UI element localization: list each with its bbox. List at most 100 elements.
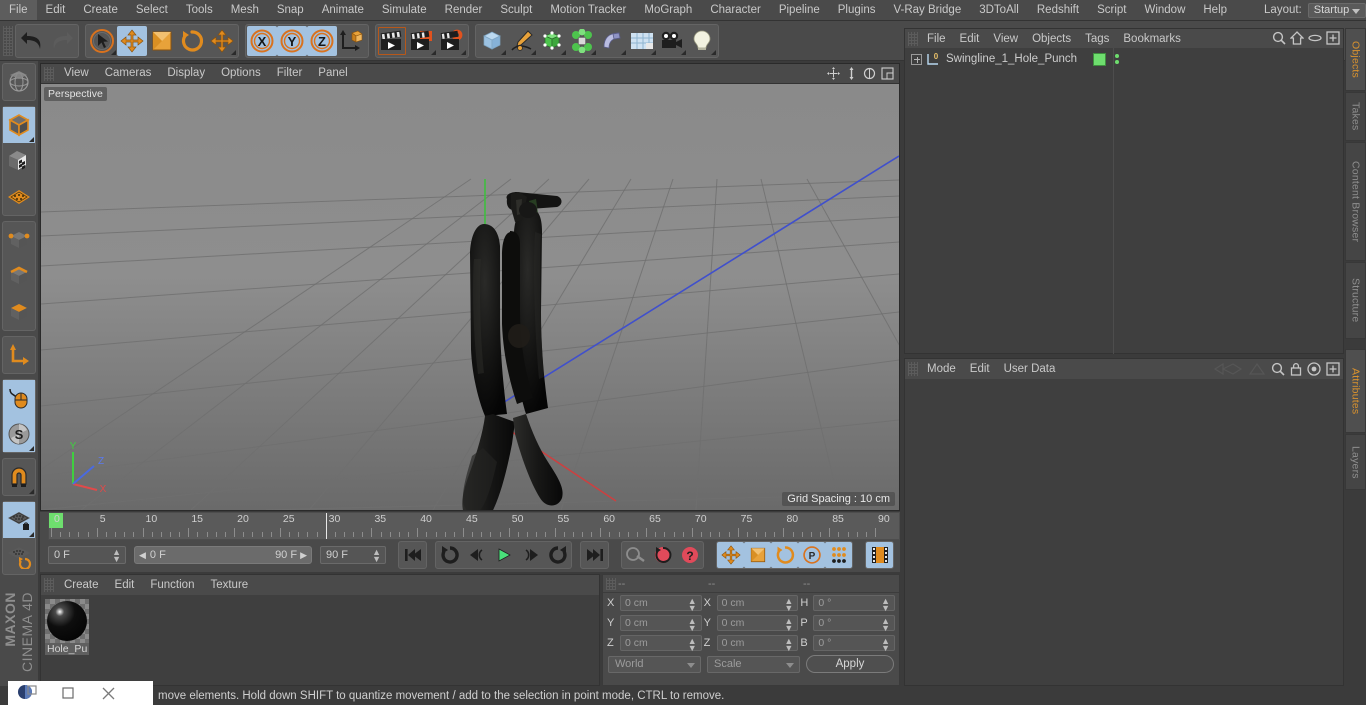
menu-item-select[interactable]: Select bbox=[127, 0, 177, 20]
mograph-button[interactable] bbox=[567, 26, 597, 56]
menu-item-tools[interactable]: Tools bbox=[177, 0, 222, 20]
plus-box-icon[interactable] bbox=[1326, 362, 1340, 376]
menu-item-mesh[interactable]: Mesh bbox=[222, 0, 268, 20]
z-axis-button[interactable]: Z bbox=[307, 25, 337, 56]
step-back-button[interactable] bbox=[463, 542, 490, 568]
menu-item-plugins[interactable]: Plugins bbox=[829, 0, 885, 20]
plus-box-icon[interactable] bbox=[1326, 31, 1340, 45]
spinner-icon[interactable]: ▲ ▼ bbox=[881, 637, 890, 653]
coord-system-dropdown[interactable]: World bbox=[608, 655, 701, 673]
live-selection-button[interactable] bbox=[87, 26, 117, 56]
rotate-icon[interactable] bbox=[862, 66, 877, 81]
menu-item-render[interactable]: Render bbox=[436, 0, 492, 20]
workplane-lock-button[interactable] bbox=[3, 502, 35, 538]
viewport-menu-panel[interactable]: Panel bbox=[310, 64, 355, 83]
rotation-key-button[interactable] bbox=[771, 542, 798, 568]
timeline-toggle-button[interactable] bbox=[866, 542, 893, 568]
size-field[interactable]: 0 cm ▲ ▼ bbox=[716, 615, 799, 633]
object-manager-grip[interactable] bbox=[908, 31, 918, 46]
dock-tab-content-browser[interactable]: Content Browser bbox=[1345, 142, 1366, 261]
x-axis-button[interactable]: X bbox=[247, 25, 277, 56]
tag-dots-icon[interactable] bbox=[1115, 54, 1120, 64]
object-menu-bookmarks[interactable]: Bookmarks bbox=[1116, 30, 1188, 48]
menu-item-3dtoall[interactable]: 3DToAll bbox=[970, 0, 1028, 20]
object-menu-view[interactable]: View bbox=[986, 30, 1025, 48]
position-field[interactable]: 0 cm ▲ ▼ bbox=[620, 635, 702, 653]
layout-select[interactable]: Startup bbox=[1307, 2, 1366, 18]
timeline-playhead[interactable] bbox=[325, 513, 327, 539]
material-manager-grip[interactable] bbox=[44, 578, 54, 592]
viewport-grip[interactable] bbox=[44, 66, 54, 81]
generators-button[interactable] bbox=[537, 26, 567, 56]
menu-item-pipeline[interactable]: Pipeline bbox=[770, 0, 829, 20]
go-to-start-button[interactable] bbox=[399, 542, 426, 568]
material-menu-texture[interactable]: Texture bbox=[202, 576, 256, 595]
undo-view-button[interactable] bbox=[3, 64, 35, 100]
polygon-mode-button[interactable] bbox=[3, 179, 35, 215]
undo-button[interactable] bbox=[17, 26, 47, 56]
render-view-button[interactable] bbox=[377, 26, 407, 56]
position-field[interactable]: 0 cm ▲ ▼ bbox=[620, 595, 702, 613]
size-field[interactable]: 0 cm ▲ ▼ bbox=[716, 635, 799, 653]
workplane-rotate-button[interactable] bbox=[3, 538, 35, 574]
dock-tab-takes[interactable]: Takes bbox=[1345, 92, 1366, 141]
material-menu-function[interactable]: Function bbox=[142, 576, 202, 595]
material-item[interactable]: Hole_Pu bbox=[45, 599, 89, 655]
scale-key-button[interactable] bbox=[744, 542, 771, 568]
object-row[interactable]: 0 Swingline_1_Hole_Punch bbox=[905, 48, 1343, 70]
previous-key-button[interactable] bbox=[436, 542, 463, 568]
search-icon[interactable] bbox=[1272, 31, 1286, 45]
attribute-menu-edit[interactable]: Edit bbox=[963, 360, 997, 379]
spinner-icon[interactable]: ▲ ▼ bbox=[112, 548, 121, 564]
menu-item-redshift[interactable]: Redshift bbox=[1028, 0, 1088, 20]
world-object-axis-button[interactable] bbox=[337, 26, 367, 56]
viewport-menu-display[interactable]: Display bbox=[159, 64, 213, 83]
attribute-manager-grip[interactable] bbox=[908, 362, 918, 376]
move-dup-button[interactable] bbox=[207, 26, 237, 56]
menu-item-help[interactable]: Help bbox=[1194, 0, 1236, 20]
render-settings-button[interactable] bbox=[437, 26, 467, 56]
menu-item-window[interactable]: Window bbox=[1135, 0, 1194, 20]
next-key-button[interactable] bbox=[544, 542, 571, 568]
menu-item-mograph[interactable]: MoGraph bbox=[635, 0, 701, 20]
spinner-icon[interactable]: ▲ ▼ bbox=[784, 637, 793, 653]
go-to-end-button[interactable] bbox=[581, 542, 608, 568]
object-menu-objects[interactable]: Objects bbox=[1025, 30, 1078, 48]
end-frame-field[interactable]: 90 F ▲ ▼ bbox=[320, 546, 386, 564]
autokeying-button[interactable] bbox=[649, 542, 676, 568]
spinner-icon[interactable]: ▲ ▼ bbox=[881, 617, 890, 633]
object-tree[interactable]: 0 Swingline_1_Hole_Punch bbox=[905, 48, 1343, 354]
material-list[interactable]: Hole_Pu bbox=[41, 595, 599, 659]
transform-mode-dropdown[interactable]: Scale bbox=[707, 655, 800, 673]
ellipse-icon[interactable] bbox=[1308, 31, 1322, 45]
spline-pen-button[interactable] bbox=[507, 26, 537, 56]
spinner-icon[interactable]: ▲ ▼ bbox=[784, 617, 793, 633]
rotate-button[interactable] bbox=[177, 26, 207, 56]
size-field[interactable]: 0 cm ▲ ▼ bbox=[716, 595, 799, 613]
attribute-menu-user-data[interactable]: User Data bbox=[997, 360, 1063, 379]
menu-item-edit[interactable]: Edit bbox=[37, 0, 75, 20]
keyframe-selection-button[interactable]: ? bbox=[676, 542, 703, 568]
app-icon[interactable] bbox=[8, 684, 48, 702]
expand-toggle-icon[interactable] bbox=[911, 53, 922, 65]
back-nav-icon[interactable] bbox=[1213, 362, 1243, 376]
coordinate-manager-grip[interactable] bbox=[606, 577, 616, 590]
snap-magnet-button[interactable] bbox=[3, 459, 35, 495]
scale-button[interactable] bbox=[147, 26, 177, 56]
menu-item-animate[interactable]: Animate bbox=[313, 0, 373, 20]
viewport-menu-options[interactable]: Options bbox=[213, 64, 269, 83]
toolbar-grip[interactable] bbox=[3, 25, 13, 56]
menu-item-v-ray-bridge[interactable]: V-Ray Bridge bbox=[884, 0, 970, 20]
range-start-arrow[interactable]: ◀ bbox=[139, 550, 146, 561]
menu-item-snap[interactable]: Snap bbox=[268, 0, 313, 20]
deformers-button[interactable] bbox=[597, 26, 627, 56]
object-menu-edit[interactable]: Edit bbox=[953, 30, 987, 48]
target-icon[interactable] bbox=[1307, 362, 1321, 376]
render-to-picture-viewer-button[interactable] bbox=[407, 26, 437, 56]
spinner-icon[interactable]: ▲ ▼ bbox=[372, 548, 381, 564]
material-tag-icon[interactable] bbox=[1093, 52, 1107, 66]
rotation-field[interactable]: 0 ° ▲ ▼ bbox=[813, 615, 896, 633]
dolly-icon[interactable] bbox=[844, 66, 859, 81]
menu-item-sculpt[interactable]: Sculpt bbox=[491, 0, 541, 20]
enable-axis-button[interactable] bbox=[3, 380, 35, 416]
